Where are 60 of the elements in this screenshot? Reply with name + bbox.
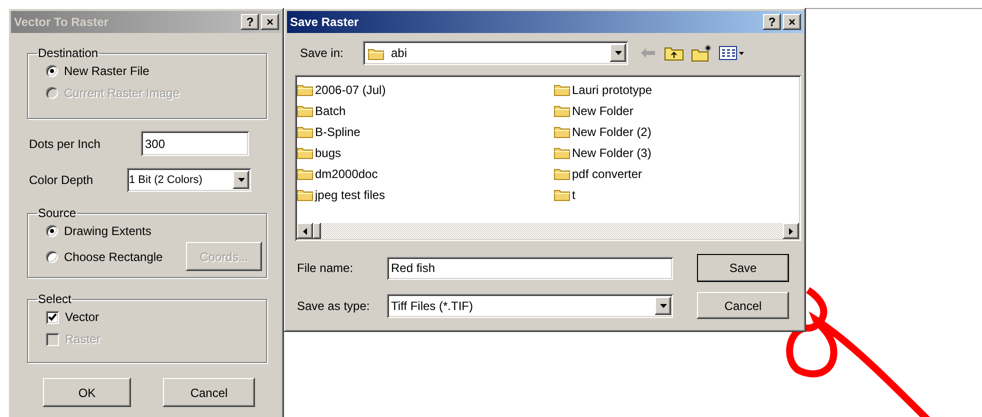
folder-item[interactable]: t	[554, 184, 799, 205]
dropdown[interactable]: 1 Bit (2 Colors)	[127, 168, 251, 192]
close-button[interactable]: ×	[261, 14, 279, 30]
field-label: Dots per Inch	[29, 136, 102, 150]
save-button[interactable]: Save	[697, 254, 789, 282]
view-menu-icon[interactable]	[719, 45, 745, 61]
folder-icon	[554, 104, 570, 117]
cancel-button[interactable]: Cancel	[697, 292, 789, 319]
dropdown[interactable]: Tiff Files (*.TIF)	[387, 294, 673, 318]
window-title: Save Raster	[290, 15, 360, 29]
folder-item[interactable]: pdf converter	[554, 163, 799, 184]
folder-icon	[297, 83, 313, 96]
folder-item[interactable]: jpeg test files	[297, 184, 554, 205]
folder-item[interactable]: Lauri prototype	[554, 79, 799, 100]
window-title: Vector To Raster	[14, 15, 110, 29]
dropdown[interactable]: abi	[363, 41, 628, 65]
input-field[interactable]: Red fish	[387, 256, 673, 280]
folder-icon	[554, 146, 570, 159]
group-label: Source	[37, 206, 78, 220]
radio-button[interactable]: Choose Rectangle	[46, 250, 163, 264]
close-button[interactable]: ×	[783, 14, 801, 30]
folder-icon	[554, 125, 570, 138]
folder-icon	[554, 167, 570, 180]
folder-item[interactable]: dm2000doc	[297, 163, 554, 184]
folder-item[interactable]: New Folder (2)	[554, 121, 799, 142]
up-folder-icon[interactable]	[664, 45, 684, 61]
checkbox[interactable]: Vector	[46, 310, 256, 324]
folder-item[interactable]: New Folder (3)	[554, 142, 799, 163]
folder-item[interactable]: 2006-07 (Jul)	[297, 79, 554, 100]
cancel-button[interactable]: Cancel	[163, 378, 255, 407]
folder-icon	[297, 125, 313, 138]
input-field[interactable]: 300	[141, 131, 249, 156]
caret-icon	[660, 304, 666, 308]
folder-icon	[297, 104, 313, 117]
folder-item[interactable]: B-Spline	[297, 121, 554, 142]
field-label: Save as type:	[297, 298, 371, 312]
folder-icon	[297, 146, 313, 159]
ok-button[interactable]: OK	[43, 378, 131, 407]
checkmark-icon	[48, 313, 57, 321]
help-button[interactable]: ?	[763, 14, 781, 30]
scroll-bar[interactable]	[297, 223, 799, 239]
folder-item[interactable]: bugs	[297, 142, 554, 163]
help-button[interactable]: ?	[241, 14, 259, 30]
group-label: Select	[37, 292, 72, 306]
group-label: Destination	[37, 46, 100, 60]
folder-icon	[297, 188, 313, 201]
caret-icon	[614, 51, 622, 55]
field-label: Color Depth	[29, 173, 94, 187]
field-label: Save in:	[300, 46, 344, 60]
folder-icon	[554, 83, 570, 96]
radio-button[interactable]: Drawing Extents	[46, 224, 256, 238]
folder-icon	[554, 188, 570, 201]
folder-item[interactable]: Batch	[297, 100, 554, 121]
caret-icon	[238, 178, 244, 182]
folder-icon	[367, 46, 385, 60]
folder-item[interactable]: New Folder	[554, 100, 799, 121]
new-folder-icon[interactable]	[691, 44, 713, 62]
field-label: File name:	[297, 261, 354, 275]
radio-button[interactable]: New Raster File	[46, 64, 256, 78]
folder-icon	[297, 167, 313, 180]
